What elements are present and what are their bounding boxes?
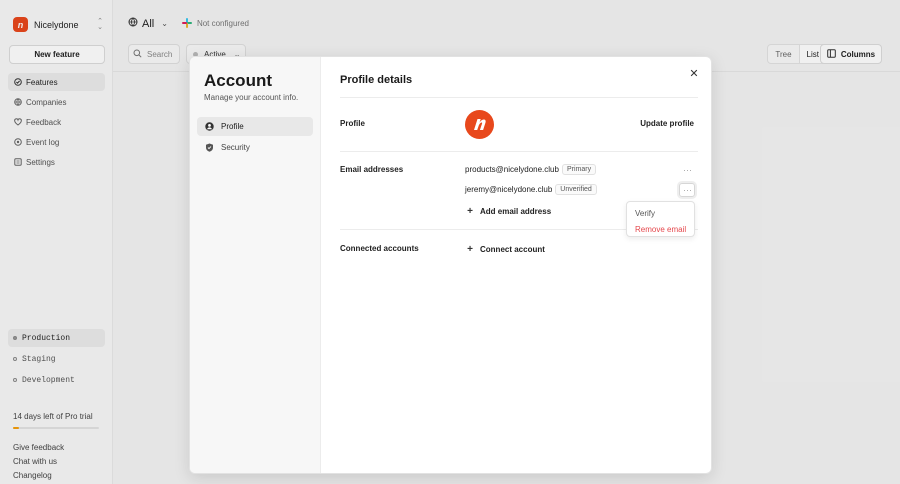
account-nav-profile[interactable]: Profile [197, 117, 313, 136]
more-options-icon[interactable]: ⋯ [679, 183, 695, 197]
account-subtitle: Manage your account info. [204, 93, 299, 102]
profile-label: Profile [340, 119, 365, 128]
divider [340, 151, 698, 152]
email-options-menu: Verify Remove email [626, 201, 695, 237]
plus-icon: + [467, 206, 473, 217]
more-options-icon[interactable]: ⋯ [680, 164, 694, 176]
verify-menu-item[interactable]: Verify [627, 205, 694, 221]
shield-icon [204, 143, 214, 153]
connected-accounts-label: Connected accounts [340, 244, 419, 253]
primary-badge: Primary [561, 164, 597, 175]
remove-email-menu-item[interactable]: Remove email [627, 221, 694, 237]
divider [340, 97, 698, 98]
email-address: products@nicelydone.club [465, 165, 559, 174]
plus-icon: + [467, 244, 473, 255]
account-sidebar: Account Manage your account info. Profil… [190, 57, 321, 473]
user-icon [204, 122, 214, 132]
update-profile-button[interactable]: Update profile [640, 119, 694, 128]
account-modal: Account Manage your account info. Profil… [189, 56, 712, 474]
profile-details-panel: Profile details ✕ Profile Update profile… [321, 57, 711, 473]
email-row: jeremy@nicelydone.club Unverified [465, 184, 597, 195]
account-nav-security[interactable]: Security [197, 138, 313, 157]
email-address: jeremy@nicelydone.club [465, 185, 553, 194]
account-title: Account [204, 71, 272, 90]
account-nav-label: Security [221, 143, 250, 152]
avatar [465, 110, 494, 139]
profile-details-title: Profile details [340, 74, 413, 86]
connect-account-button[interactable]: + Connect account [465, 244, 545, 255]
account-nav: Profile Security [197, 117, 313, 159]
close-icon[interactable]: ✕ [688, 68, 700, 80]
connect-account-label: Connect account [480, 245, 545, 254]
email-row: products@nicelydone.club Primary [465, 164, 597, 175]
add-email-button[interactable]: + Add email address [465, 206, 551, 217]
account-nav-label: Profile [221, 122, 244, 131]
add-email-label: Add email address [480, 207, 552, 216]
unverified-badge: Unverified [555, 184, 597, 195]
email-addresses-label: Email addresses [340, 165, 404, 174]
